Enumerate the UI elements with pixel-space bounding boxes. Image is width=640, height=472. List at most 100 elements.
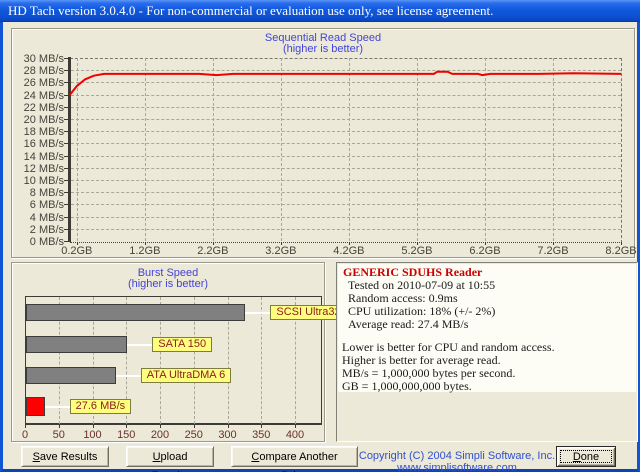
bar-connector	[245, 312, 271, 314]
x-tick	[126, 425, 128, 428]
y-tick	[64, 241, 68, 242]
bar-label: ATA UltraDMA 6	[140, 368, 232, 383]
x-tick	[212, 242, 214, 245]
bar-3	[26, 397, 45, 416]
bar-label: 27.6 MB/s	[69, 399, 132, 414]
drive-info-panel: GENERIC SDUHS Reader Tested on 2010-07-0…	[336, 262, 638, 442]
x-tick-label: 400	[285, 429, 305, 441]
x-tick	[348, 242, 350, 245]
x-tick	[193, 425, 195, 428]
y-tick-label: 10 MB/s	[23, 175, 64, 187]
y-tick-label: 18 MB/s	[23, 126, 64, 139]
y-tick	[64, 131, 68, 133]
y-tick	[64, 106, 68, 108]
y-tick-label: 24 MB/s	[23, 89, 64, 102]
bar-label: SATA 150	[152, 337, 213, 352]
x-tick-label: 150	[117, 429, 136, 441]
focus-rectangle	[560, 450, 612, 463]
done-button[interactable]: Done	[556, 446, 616, 467]
x-tick-label: 50	[52, 429, 65, 441]
footer-bar: Save Results Upload Results Compare Anot…	[3, 446, 637, 472]
x-tick-label: 200	[150, 429, 170, 441]
copyright-text: Copyright (C) 2004 Simpli Software, Inc.…	[358, 450, 556, 472]
drive-detail-line: Average read: 27.4 MB/s	[348, 317, 469, 331]
bar-1	[26, 336, 128, 353]
window-title: HD Tach version 3.0.4.0 - For non-commer…	[8, 3, 494, 18]
x-tick-label: 250	[184, 429, 203, 441]
y-tick-label: 14 MB/s	[23, 150, 64, 163]
sequential-read-subtitle: (higher is better)	[282, 43, 364, 55]
x-tick-label: 0	[21, 429, 29, 441]
x-tick-label: 6.2GB	[469, 245, 501, 257]
x-tick	[621, 242, 622, 245]
client-area: Sequential Read Speed (higher is better)…	[0, 22, 640, 472]
bar-2	[26, 367, 116, 384]
x-tick	[280, 242, 282, 245]
y-tick	[64, 155, 68, 157]
y-tick-label: 30 MB/s	[23, 53, 64, 65]
x-tick	[144, 242, 146, 245]
y-tick	[64, 82, 68, 84]
x-tick-label: 2.2GB	[197, 245, 229, 257]
y-tick	[64, 119, 68, 120]
x-tick	[261, 425, 263, 428]
compare-another-drive-button[interactable]: Compare Another Drive	[231, 446, 358, 472]
x-tick	[552, 242, 554, 245]
bar-connector	[44, 406, 70, 408]
x-tick-label: 100	[83, 429, 102, 441]
x-tick	[25, 425, 26, 428]
drive-note-lines: Lower is better for CPU and random acces…	[341, 341, 633, 393]
x-tick	[58, 425, 60, 428]
x-tick-label: 1.2GB	[129, 245, 161, 257]
x-tick-label: 4.2GB	[333, 245, 365, 257]
y-tick-label: 6 MB/s	[29, 199, 64, 212]
y-tick	[64, 94, 68, 96]
x-tick	[484, 242, 486, 245]
bar-connector	[115, 375, 141, 377]
burst-speed-panel: Burst Speed (higher is better) 0 50 100 150…	[11, 262, 353, 442]
x-tick	[160, 425, 161, 428]
y-tick-label: 16 MB/s	[23, 138, 64, 151]
x-tick-label: 8.2GB	[605, 245, 637, 257]
y-tick-label: 28 MB/s	[23, 65, 64, 78]
upload-results-button[interactable]: Upload Results	[126, 446, 214, 472]
drive-info-text: GENERIC SDUHS Reader Tested on 2010-07-0…	[341, 266, 633, 393]
burst-speed-subtitle: (higher is better)	[127, 278, 209, 290]
save-results-button[interactable]: Save Results	[21, 446, 109, 467]
sequential-read-panel: Sequential Read Speed (higher is better)…	[11, 28, 637, 258]
x-tick-label: 0.2GB	[61, 245, 93, 257]
y-tick	[64, 180, 68, 181]
x-tick	[76, 242, 78, 245]
drive-detail-lines: Tested on 2010-07-09 at 10:55 Random acce…	[341, 279, 633, 331]
title-bar[interactable]: HD Tach version 3.0.4.0 - For non-commer…	[0, 0, 640, 22]
y-tick-label: 26 MB/s	[23, 77, 64, 90]
x-tick-label: 300	[218, 429, 237, 441]
x-tick-label: 7.2GB	[537, 245, 569, 257]
y-tick-label: 20 MB/s	[23, 114, 64, 126]
bar-0	[26, 304, 246, 321]
y-tick-label: 22 MB/s	[23, 101, 64, 114]
bar-connector	[127, 344, 153, 346]
x-tick-label: 5.2GB	[401, 245, 433, 257]
y-tick-label: 12 MB/s	[23, 162, 64, 175]
y-tick	[64, 204, 68, 206]
x-tick-label: 350	[252, 429, 271, 441]
x-tick	[92, 425, 94, 428]
y-tick	[64, 58, 68, 59]
x-tick	[416, 242, 418, 245]
y-tick-label: 8 MB/s	[29, 187, 64, 200]
hdtach-window: HD Tach version 3.0.4.0 - For non-commer…	[0, 0, 640, 472]
y-tick	[64, 228, 68, 230]
read-speed-line	[69, 70, 622, 96]
x-tick-label: 3.2GB	[265, 245, 297, 257]
y-tick-label: 4 MB/s	[29, 211, 64, 224]
y-tick	[64, 70, 68, 72]
y-tick	[64, 167, 68, 169]
y-tick-label: 2 MB/s	[29, 223, 64, 236]
drive-note-line: GB = 1,000,000,000 bytes.	[342, 379, 472, 393]
x-tick	[227, 425, 229, 428]
y-tick	[64, 143, 68, 145]
y-tick	[64, 216, 68, 218]
x-tick	[295, 425, 296, 428]
x-gridline	[261, 297, 263, 424]
